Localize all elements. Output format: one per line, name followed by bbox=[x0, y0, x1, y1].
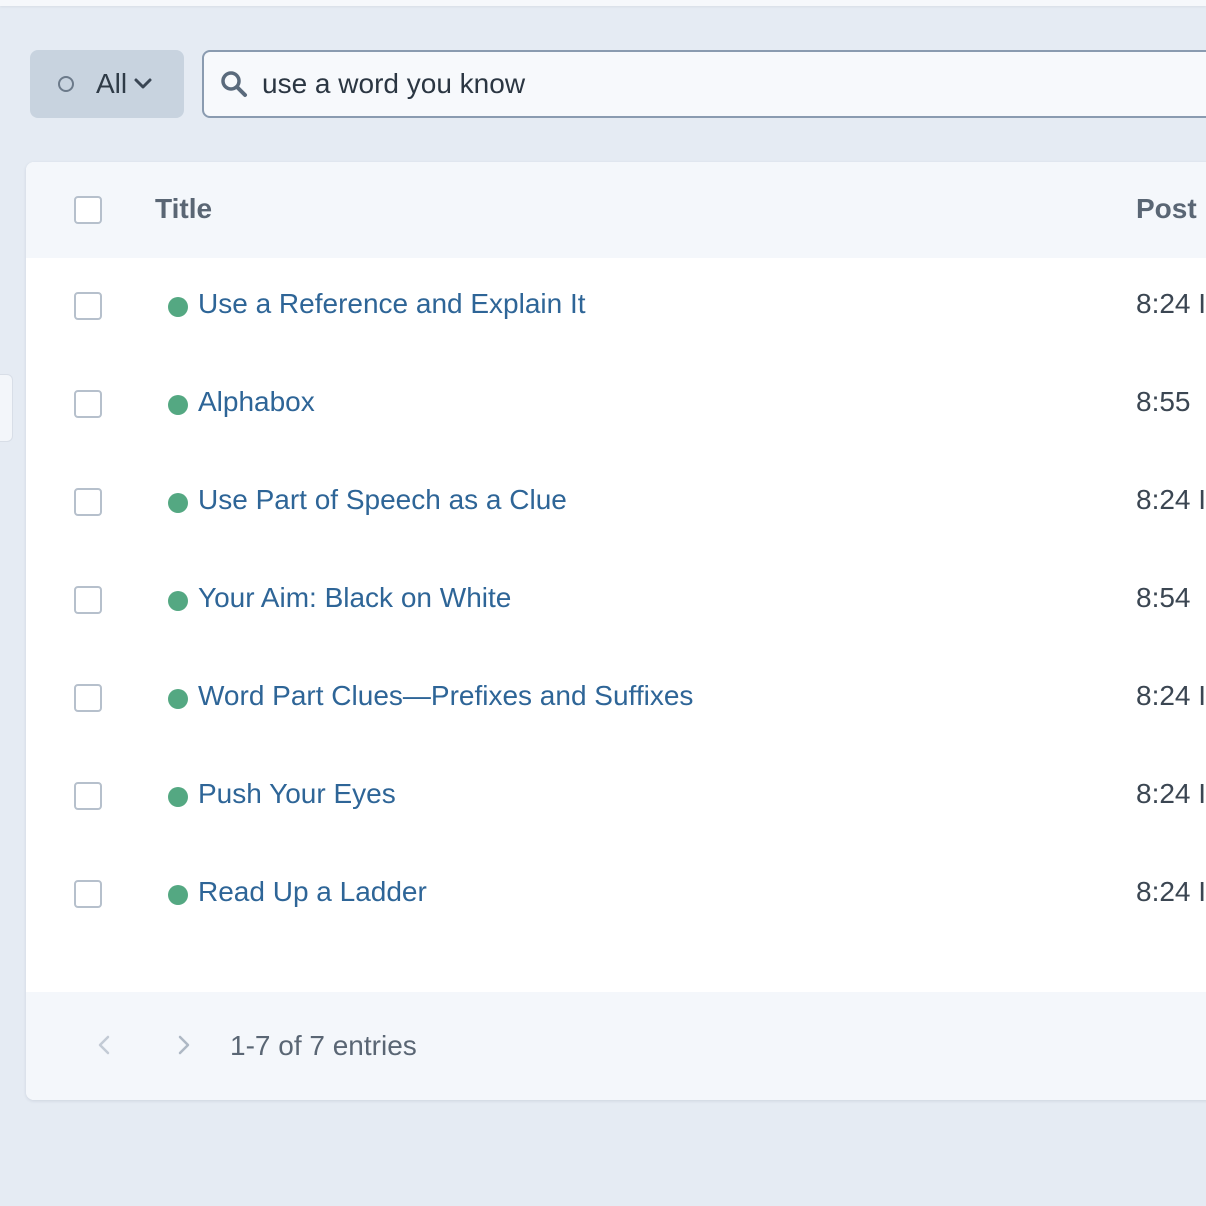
entry-title-link[interactable]: Word Part Clues—Prefixes and Suffixes bbox=[198, 680, 693, 712]
entry-title-link[interactable]: Your Aim: Black on White bbox=[198, 582, 511, 614]
table-row: Alphabox 8:55 bbox=[26, 356, 1206, 454]
entry-post-time: 8:24 I bbox=[1136, 680, 1206, 711]
row-checkbox[interactable] bbox=[74, 292, 102, 320]
row-checkbox[interactable] bbox=[74, 586, 102, 614]
entry-title-link[interactable]: Read Up a Ladder bbox=[198, 876, 427, 908]
search-field[interactable] bbox=[202, 50, 1206, 118]
entry-post-time: 8:55 bbox=[1136, 386, 1191, 417]
published-status-dot bbox=[168, 787, 188, 807]
search-input[interactable] bbox=[260, 67, 1164, 101]
entry-post-time: 8:24 I bbox=[1136, 778, 1206, 809]
top-bar bbox=[0, 0, 1206, 6]
table-row: Word Part Clues—Prefixes and Suffixes 8:… bbox=[26, 650, 1206, 748]
column-header-title[interactable]: Title bbox=[155, 193, 212, 225]
row-checkbox[interactable] bbox=[74, 880, 102, 908]
status-filter-dropdown[interactable]: All bbox=[30, 50, 184, 118]
entry-title-link[interactable]: Use Part of Speech as a Clue bbox=[198, 484, 567, 516]
table-row: Use a Reference and Explain It 8:24 I bbox=[26, 258, 1206, 356]
chevron-left-icon[interactable] bbox=[96, 1034, 112, 1056]
status-ring-icon bbox=[58, 76, 74, 92]
entry-post-time: 8:54 bbox=[1136, 582, 1191, 613]
select-all-checkbox[interactable] bbox=[74, 196, 102, 224]
entry-title-link[interactable]: Use a Reference and Explain It bbox=[198, 288, 586, 320]
chevron-right-icon[interactable] bbox=[176, 1034, 192, 1056]
row-checkbox[interactable] bbox=[74, 782, 102, 810]
published-status-dot bbox=[168, 689, 188, 709]
pagination-summary: 1-7 of 7 entries bbox=[230, 1030, 417, 1061]
chevron-down-icon bbox=[133, 77, 153, 91]
row-checkbox[interactable] bbox=[74, 390, 102, 418]
table-row: Use Part of Speech as a Clue 8:24 I bbox=[26, 454, 1206, 552]
published-status-dot bbox=[168, 493, 188, 513]
search-icon bbox=[220, 70, 248, 98]
row-checkbox[interactable] bbox=[74, 488, 102, 516]
published-status-dot bbox=[168, 591, 188, 611]
published-status-dot bbox=[168, 885, 188, 905]
entry-title-link[interactable]: Alphabox bbox=[198, 386, 315, 418]
entry-post-time: 8:24 I bbox=[1136, 288, 1206, 319]
table-row: Read Up a Ladder 8:24 I bbox=[26, 846, 1206, 944]
column-header-post[interactable]: Post bbox=[1136, 193, 1197, 225]
published-status-dot bbox=[168, 297, 188, 317]
table-row: Push Your Eyes 8:24 I bbox=[26, 748, 1206, 846]
row-checkbox[interactable] bbox=[74, 684, 102, 712]
entry-title-link[interactable]: Push Your Eyes bbox=[198, 778, 396, 810]
table-footer: 1-7 of 7 entries bbox=[26, 992, 1206, 1100]
entries-table: Title Post Use a Reference and Explain I… bbox=[26, 162, 1206, 1100]
entry-post-time: 8:24 I bbox=[1136, 484, 1206, 515]
entry-post-time: 8:24 I bbox=[1136, 876, 1206, 907]
table-row: Your Aim: Black on White 8:54 bbox=[26, 552, 1206, 650]
side-panel-tab[interactable] bbox=[0, 374, 13, 442]
status-filter-label: All bbox=[96, 68, 128, 99]
table-header: Title Post bbox=[26, 162, 1206, 258]
published-status-dot bbox=[168, 395, 188, 415]
